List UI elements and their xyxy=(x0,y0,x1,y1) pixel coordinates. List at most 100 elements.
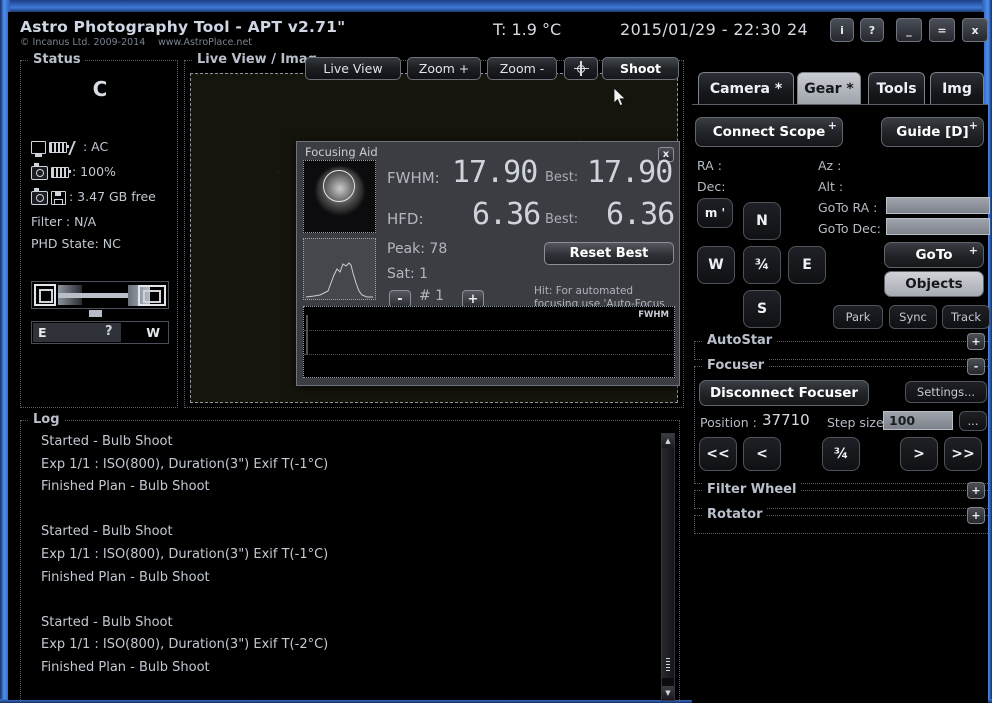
sync-button[interactable]: Sync xyxy=(889,305,937,329)
phd-state-status: PHD State: NC xyxy=(31,236,121,251)
hfd-best-value: 6.36 xyxy=(606,197,675,232)
gear-tab-panel: Connect Scope + Guide [D] + RA : Dec: Az… xyxy=(692,104,990,703)
objects-button[interactable]: Objects xyxy=(884,271,984,297)
guide-button[interactable]: Guide [D] + xyxy=(881,117,984,147)
disconnect-focuser-button[interactable]: Disconnect Focuser xyxy=(699,380,869,406)
focuser-settings-button[interactable]: Settings... xyxy=(905,381,987,403)
log-line: Exp 1/1 : ISO(800), Duration(3") Exif T(… xyxy=(41,456,329,472)
goto-label: GoTo xyxy=(915,247,953,263)
connect-scope-options-icon[interactable]: + xyxy=(828,119,837,132)
sat-value: Sat: 1 xyxy=(387,266,429,282)
goto-dec-input[interactable] xyxy=(886,218,990,235)
rotator-expand-button[interactable]: + xyxy=(967,507,985,524)
camera-status-letter: C xyxy=(92,77,108,101)
reset-best-button[interactable]: Reset Best xyxy=(544,242,674,265)
log-scrollbar[interactable]: ▲ ▼ xyxy=(661,433,675,701)
meridian-west-label: W xyxy=(146,325,160,340)
fwhm-value: 17.90 xyxy=(452,155,538,190)
slider-thumb[interactable] xyxy=(89,310,102,317)
north-button[interactable]: N xyxy=(743,202,781,240)
log-text-area[interactable]: Started - Bulb Shoot Exp 1/1 : ISO(800), … xyxy=(25,431,663,703)
hfd-label: HFD: xyxy=(387,210,424,228)
log-line: Finished Plan - Bulb Shoot xyxy=(41,569,210,585)
filter-wheel-expand-button[interactable]: + xyxy=(967,482,985,499)
park-button[interactable]: Park xyxy=(833,305,883,329)
focuser-collapse-button[interactable]: - xyxy=(967,358,985,375)
step-size-input[interactable]: 100 xyxy=(883,411,953,430)
autostar-label: AutoStar xyxy=(703,333,777,348)
west-button[interactable]: W xyxy=(697,246,735,284)
live-view-button[interactable]: Live View xyxy=(305,57,401,80)
peak-value: Peak: 78 xyxy=(387,241,448,257)
center-target-button[interactable] xyxy=(564,57,598,80)
focuser-section: Focuser - Disconnect Focuser Settings...… xyxy=(694,358,990,484)
log-panel: Log Started - Bulb Shoot Exp 1/1 : ISO(80… xyxy=(20,412,680,703)
guide-label: Guide [D] xyxy=(896,124,969,140)
fwhm-best-label: Best: xyxy=(545,170,579,185)
log-panel-legend: Log xyxy=(29,412,64,427)
scrollbar-grip-icon xyxy=(666,658,670,672)
log-line: Finished Plan - Bulb Shoot xyxy=(41,659,210,675)
zoom-out-button[interactable]: Zoom - xyxy=(487,57,557,80)
fwhm-label: FWHM: xyxy=(387,169,440,187)
stop-button[interactable]: ¾ xyxy=(743,246,781,284)
tab-gear[interactable]: Gear * xyxy=(797,72,861,105)
tab-tools[interactable]: Tools xyxy=(868,72,925,105)
star-histogram xyxy=(303,238,376,300)
slider-small-icon xyxy=(34,284,56,306)
zoom-in-button[interactable]: Zoom + xyxy=(407,57,481,80)
help-button[interactable]: ? xyxy=(860,18,884,42)
exposure-slider[interactable] xyxy=(31,281,169,309)
focus-forward-button[interactable]: > xyxy=(900,437,938,471)
east-button[interactable]: E xyxy=(788,246,826,284)
south-button[interactable]: S xyxy=(743,290,781,328)
app-title: Astro Photography Tool - APT v2.71" xyxy=(20,18,346,36)
scrollbar-thumb[interactable] xyxy=(662,448,674,678)
focus-back-button[interactable]: < xyxy=(743,437,781,471)
hfd-best-label: Best: xyxy=(545,212,579,227)
track-button[interactable]: Track xyxy=(942,305,990,329)
goto-options-icon[interactable]: + xyxy=(969,244,978,257)
focus-fast-back-button[interactable]: << xyxy=(699,437,737,471)
meridian-indicator: E ? W xyxy=(31,321,169,344)
rotator-section: Rotator + xyxy=(694,507,990,534)
log-line: Started - Bulb Shoot xyxy=(41,614,173,630)
target-icon xyxy=(573,61,589,76)
focus-fast-forward-button[interactable]: >> xyxy=(944,437,982,471)
scroll-down-icon[interactable]: ▼ xyxy=(662,686,674,700)
tab-camera[interactable]: Camera * xyxy=(698,72,794,105)
goto-button[interactable]: GoTo + xyxy=(884,242,984,268)
mouse-cursor xyxy=(614,88,626,107)
shoot-button[interactable]: Shoot xyxy=(602,57,679,80)
scroll-up-icon[interactable]: ▲ xyxy=(662,434,674,448)
focuser-position-label: Position : xyxy=(700,415,757,430)
close-button[interactable]: x xyxy=(962,18,988,42)
step-size-more-button[interactable]: ... xyxy=(959,411,987,431)
website-text: www.AstroPlace.net xyxy=(158,37,253,48)
autostar-expand-button[interactable]: + xyxy=(967,333,985,350)
guide-options-icon[interactable]: + xyxy=(969,119,978,132)
log-line: Started - Bulb Shoot xyxy=(41,524,173,540)
focus-stop-button[interactable]: ¾ xyxy=(822,437,860,471)
meridian-unknown-label: ? xyxy=(105,324,113,339)
minimize-button[interactable]: _ xyxy=(896,18,922,42)
storage-status-text: : 3.47 GB free xyxy=(69,189,156,204)
connect-scope-button[interactable]: Connect Scope + xyxy=(695,117,843,147)
tab-img[interactable]: Img xyxy=(930,72,984,105)
power-plug-icon xyxy=(70,141,80,154)
rate-button[interactable]: m ' xyxy=(697,198,733,228)
camera-storage-row: : 3.47 GB free xyxy=(31,187,156,205)
goto-ra-input[interactable] xyxy=(886,197,990,214)
focuser-position-value: 37710 xyxy=(762,411,810,429)
meridian-east-label: E xyxy=(38,325,47,340)
copyright-text: © Incanus Ltd. 2009-2014 xyxy=(20,37,146,48)
alt-label: Alt : xyxy=(818,179,844,194)
rotator-label: Rotator xyxy=(703,507,767,522)
application-body: Astro Photography Tool - APT v2.71" © In… xyxy=(8,12,990,703)
apt-application-window: Astro Photography Tool - APT v2.71" © In… xyxy=(0,0,992,703)
info-button[interactable]: i xyxy=(830,18,854,42)
camera-icon-storage xyxy=(31,187,48,205)
step-size-label: Step size: xyxy=(827,415,888,430)
maximize-button[interactable]: = xyxy=(929,18,955,42)
log-line: Finished Plan - Bulb Shoot xyxy=(41,479,210,495)
